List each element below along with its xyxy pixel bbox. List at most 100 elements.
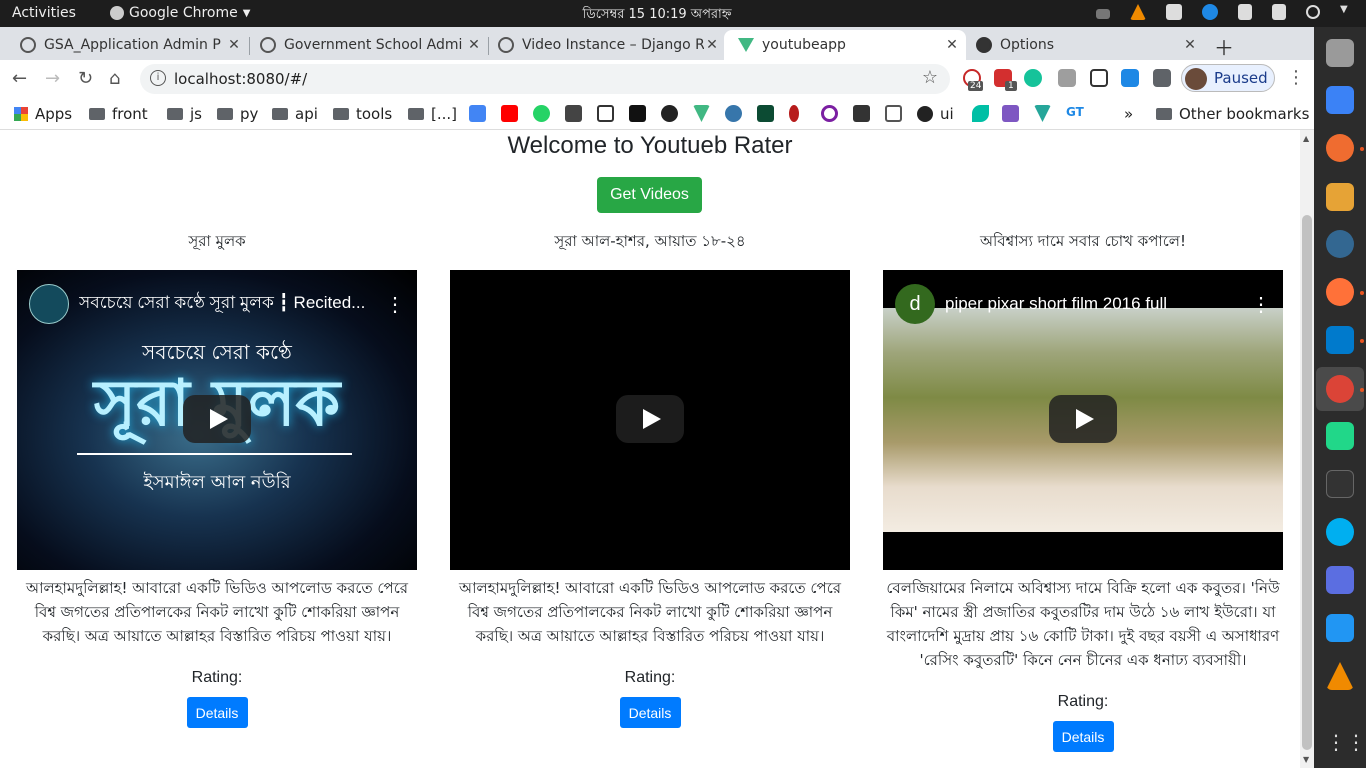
get-videos-button[interactable]: Get Videos bbox=[597, 177, 702, 213]
screenshot-icon[interactable] bbox=[1166, 4, 1182, 20]
other-bookmarks[interactable]: Other bookmarks bbox=[1156, 105, 1309, 123]
new-tab-button[interactable]: ＋ bbox=[1214, 32, 1234, 61]
vue-icon[interactable] bbox=[693, 105, 710, 122]
close-icon[interactable]: ✕ bbox=[704, 37, 720, 53]
tab-gsa-admin[interactable]: GSA_Application Admin P ✕ bbox=[0, 30, 248, 60]
todo-icon[interactable] bbox=[1326, 86, 1354, 114]
channel-avatar[interactable] bbox=[29, 284, 69, 324]
chrome-menu-icon[interactable]: ⋮ bbox=[1287, 67, 1305, 88]
bookmark-folder-api[interactable]: api bbox=[272, 105, 318, 123]
bookmark-ui[interactable]: ui bbox=[917, 105, 954, 123]
video-title[interactable]: সবচেয়ে সেরা কণ্ঠে সূরা মুলক ┇ Recited..… bbox=[79, 290, 385, 318]
remote-desktop-icon[interactable] bbox=[1326, 614, 1354, 642]
video-player[interactable] bbox=[450, 270, 850, 570]
grid-icon[interactable] bbox=[885, 105, 902, 122]
notes-icon[interactable] bbox=[565, 105, 582, 122]
tab-options[interactable]: Options ✕ bbox=[956, 30, 1204, 60]
ext-grammarly-icon[interactable] bbox=[1024, 69, 1042, 87]
details-button[interactable]: Details bbox=[1052, 721, 1114, 752]
translate-icon[interactable] bbox=[469, 105, 486, 122]
system-tray[interactable]: ▼ bbox=[1096, 4, 1348, 20]
site-info-icon[interactable]: i bbox=[150, 70, 166, 86]
postman-icon[interactable] bbox=[1326, 134, 1354, 162]
close-icon[interactable]: ✕ bbox=[1182, 37, 1198, 53]
postgres-icon[interactable] bbox=[1326, 230, 1354, 258]
network-icon[interactable] bbox=[1238, 4, 1252, 20]
ext-mail-icon[interactable] bbox=[1058, 69, 1076, 87]
bookmark-folder-front[interactable]: front bbox=[89, 105, 148, 123]
profile-button[interactable]: Paused bbox=[1181, 64, 1275, 92]
files-icon[interactable] bbox=[1326, 39, 1354, 67]
channel-avatar[interactable]: d bbox=[895, 284, 935, 324]
show-apps-icon[interactable]: ⋮⋮ bbox=[1326, 730, 1366, 758]
volume-icon[interactable] bbox=[1272, 4, 1286, 20]
tab-government-school[interactable]: Government School Admi ✕ bbox=[240, 30, 488, 60]
vscode-icon[interactable] bbox=[1326, 326, 1354, 354]
tab-video-instance[interactable]: Video Instance – Django R ✕ bbox=[478, 30, 726, 60]
scroll-down-icon[interactable]: ▼ bbox=[1303, 755, 1309, 764]
ext-capture-icon[interactable] bbox=[1090, 69, 1108, 87]
globe-icon bbox=[498, 37, 514, 53]
bookmark-folder-js[interactable]: js bbox=[167, 105, 202, 123]
ext-fonts-icon[interactable] bbox=[1121, 69, 1139, 87]
video-title[interactable]: piper pixar short film 2016 full bbox=[945, 294, 1251, 314]
home-icon[interactable]: ⌂ bbox=[109, 68, 120, 89]
doc-icon[interactable] bbox=[597, 105, 614, 122]
vlc-icon[interactable] bbox=[1326, 662, 1354, 690]
video-player[interactable]: d piper pixar short film 2016 full ⋮ bbox=[883, 270, 1283, 570]
bookmark-apps[interactable]: Apps bbox=[14, 105, 72, 123]
details-button[interactable]: Details bbox=[619, 697, 681, 728]
chevron-down-icon[interactable]: ▼ bbox=[1340, 4, 1348, 20]
camera-icon[interactable] bbox=[1096, 8, 1110, 19]
vlc-tray-icon[interactable] bbox=[1130, 4, 1146, 20]
bootstrap-icon[interactable] bbox=[1002, 105, 1019, 122]
pycharm-icon[interactable] bbox=[1326, 422, 1354, 450]
bookmark-star-icon[interactable]: ☆ bbox=[922, 67, 938, 88]
video-player[interactable]: সবচেয়ে সেরা কণ্ঠে সূরা মুলক ইসমাঈল আল ন… bbox=[17, 270, 417, 570]
info-icon[interactable] bbox=[1202, 4, 1218, 20]
reload-icon[interactable]: ↻ bbox=[78, 68, 93, 89]
power-icon[interactable] bbox=[1306, 5, 1320, 19]
details-button[interactable]: Details bbox=[186, 697, 248, 728]
scroll-up-icon[interactable]: ▲ bbox=[1303, 134, 1309, 143]
chrome-icon[interactable] bbox=[1326, 375, 1354, 403]
whatsapp-icon[interactable] bbox=[533, 105, 550, 122]
play-icon[interactable] bbox=[1049, 395, 1117, 443]
more-options-icon[interactable]: ⋮ bbox=[385, 292, 405, 317]
github-icon[interactable] bbox=[661, 105, 678, 122]
bookmark-folder-py[interactable]: py bbox=[217, 105, 258, 123]
running-dot bbox=[1360, 147, 1364, 151]
folder-icon bbox=[408, 108, 424, 120]
page-scrollbar[interactable]: ▲ ▼ bbox=[1300, 130, 1314, 768]
bookmark-label: ui bbox=[940, 105, 954, 123]
rating-label: Rating: bbox=[624, 669, 676, 686]
play-icon[interactable] bbox=[616, 395, 684, 443]
leaf-icon[interactable] bbox=[972, 105, 989, 122]
django-icon[interactable] bbox=[757, 105, 774, 122]
traffic-icon[interactable] bbox=[789, 105, 799, 122]
django-cms-icon[interactable] bbox=[853, 105, 870, 122]
youtube-icon[interactable] bbox=[501, 105, 518, 122]
more-options-icon[interactable]: ⋮ bbox=[1251, 292, 1271, 317]
bookmark-overflow[interactable]: » bbox=[1124, 105, 1133, 123]
vuetify-icon[interactable] bbox=[1034, 105, 1051, 122]
extensions-puzzle-icon[interactable] bbox=[1153, 69, 1171, 87]
back-icon[interactable]: ← bbox=[12, 68, 27, 89]
python-icon[interactable] bbox=[725, 105, 742, 122]
screen-app-icon[interactable] bbox=[1326, 566, 1354, 594]
video-description: আলহামদুলিল্লাহ! আবারো একটি ভিডিও আপলোড ক… bbox=[26, 579, 408, 645]
circle-icon[interactable] bbox=[821, 105, 838, 122]
scrollbar-thumb[interactable] bbox=[1302, 215, 1312, 750]
tab-youtubeapp[interactable]: youtubeapp ✕ bbox=[724, 30, 966, 60]
skype-icon[interactable] bbox=[1326, 518, 1354, 546]
firefox-icon[interactable] bbox=[1326, 278, 1354, 306]
gt-icon[interactable]: GT bbox=[1066, 105, 1084, 122]
phpmyadmin-icon[interactable] bbox=[1326, 183, 1354, 211]
bookmark-folder-more[interactable]: [...] bbox=[408, 105, 457, 123]
hackernews-icon[interactable] bbox=[629, 105, 646, 122]
play-icon[interactable] bbox=[183, 395, 251, 443]
terminal-icon[interactable] bbox=[1326, 470, 1354, 498]
bookmark-folder-tools[interactable]: tools bbox=[333, 105, 392, 123]
address-bar[interactable]: i localhost:8080/#/ ☆ bbox=[140, 64, 950, 94]
forward-icon[interactable]: → bbox=[45, 68, 60, 89]
